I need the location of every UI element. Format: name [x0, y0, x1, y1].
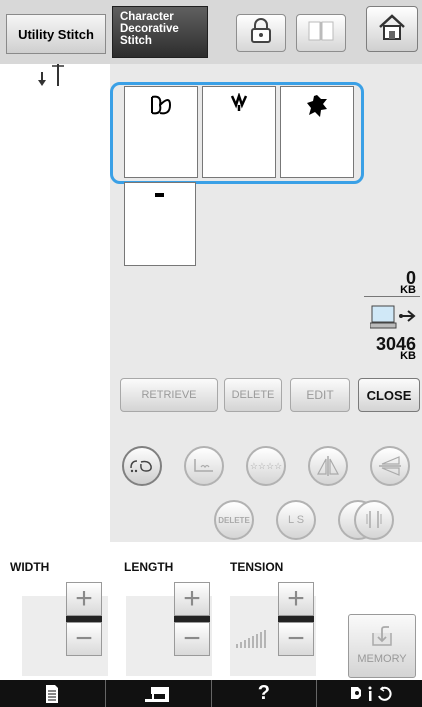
- manual-button[interactable]: [0, 680, 106, 707]
- edit-button[interactable]: EDIT: [290, 378, 350, 412]
- stars-icon: ☆☆☆☆: [249, 460, 283, 471]
- left-strip: [0, 64, 110, 542]
- memory-divider: [364, 296, 420, 297]
- machine-memory-unit: KB: [400, 284, 416, 296]
- pattern-2-icon: [230, 93, 248, 111]
- saved-pattern-4[interactable]: [124, 182, 196, 266]
- length-size-button[interactable]: L S: [276, 500, 316, 540]
- book-button[interactable]: [296, 14, 346, 52]
- delete-button[interactable]: DELETE: [224, 378, 282, 412]
- saved-pattern-2[interactable]: [202, 86, 276, 178]
- mirror-horizontal-icon: [317, 456, 339, 476]
- settings-button[interactable]: [317, 680, 422, 707]
- pattern-4-icon: [155, 193, 164, 197]
- tab-utility-stitch[interactable]: Utility Stitch: [6, 14, 106, 54]
- memory-button[interactable]: MEMORY: [348, 614, 416, 678]
- tab-utility-label: Utility Stitch: [18, 26, 94, 42]
- book-icon: [307, 20, 335, 47]
- home-icon: [377, 13, 407, 46]
- close-button[interactable]: CLOSE: [358, 378, 420, 412]
- pattern-link-icon: [130, 460, 152, 473]
- document-icon: [46, 684, 59, 703]
- tab-character-decorative-stitch[interactable]: Character Decorative Stitch: [112, 6, 208, 58]
- twin-needle-button[interactable]: [354, 500, 394, 540]
- width-plus-button[interactable]: +: [66, 582, 102, 616]
- mirror-stitch-button[interactable]: [184, 446, 224, 486]
- vertical-mirror-button[interactable]: [370, 446, 410, 486]
- sewing-pattern-button[interactable]: [122, 446, 162, 486]
- length-plus-button[interactable]: +: [174, 582, 210, 616]
- tension-level-icon: [234, 628, 268, 648]
- tab-char-line-3: Stitch: [120, 35, 152, 47]
- home-button[interactable]: [366, 6, 418, 52]
- image-stitch-button[interactable]: ☆☆☆☆: [246, 446, 286, 486]
- usb-computer-icon: [369, 302, 416, 332]
- mirror-stitch-icon: [194, 459, 213, 472]
- tension-plus-button[interactable]: +: [278, 582, 314, 616]
- horizontal-mirror-button[interactable]: [308, 446, 348, 486]
- tension-label: TENSION: [230, 560, 284, 574]
- pattern-1-icon: [151, 95, 172, 115]
- length-minus-button[interactable]: −: [174, 622, 210, 656]
- tab-char-line-1: Character: [120, 11, 174, 23]
- width-minus-button[interactable]: −: [66, 622, 102, 656]
- usb-memory-unit: KB: [400, 350, 416, 362]
- twin-needle-icon: [366, 511, 382, 528]
- tension-minus-button[interactable]: −: [278, 622, 314, 656]
- sewing-machine-icon: [145, 686, 170, 702]
- memory-save-icon: [372, 626, 392, 646]
- delete-stitch-button[interactable]: DELETE: [214, 500, 254, 540]
- settings-info-icon: [350, 685, 392, 701]
- width-label: WIDTH: [10, 560, 50, 574]
- retrieve-button[interactable]: RETRIEVE: [120, 378, 218, 412]
- lock-button[interactable]: [236, 14, 286, 52]
- help-button[interactable]: ?: [212, 680, 318, 707]
- bottom-bar: ?: [0, 680, 422, 707]
- saved-pattern-3[interactable]: [280, 86, 354, 178]
- lock-icon: [250, 17, 272, 49]
- needle-position-icon: [36, 62, 70, 92]
- mirror-vertical-icon: [379, 456, 401, 476]
- memory-label: MEMORY: [357, 653, 407, 665]
- pattern-3-icon: [307, 95, 327, 117]
- tab-char-line-2: Decorative: [120, 23, 179, 35]
- saved-pattern-1[interactable]: [124, 86, 198, 178]
- machine-settings-button[interactable]: [106, 680, 212, 707]
- length-label: LENGTH: [124, 560, 174, 574]
